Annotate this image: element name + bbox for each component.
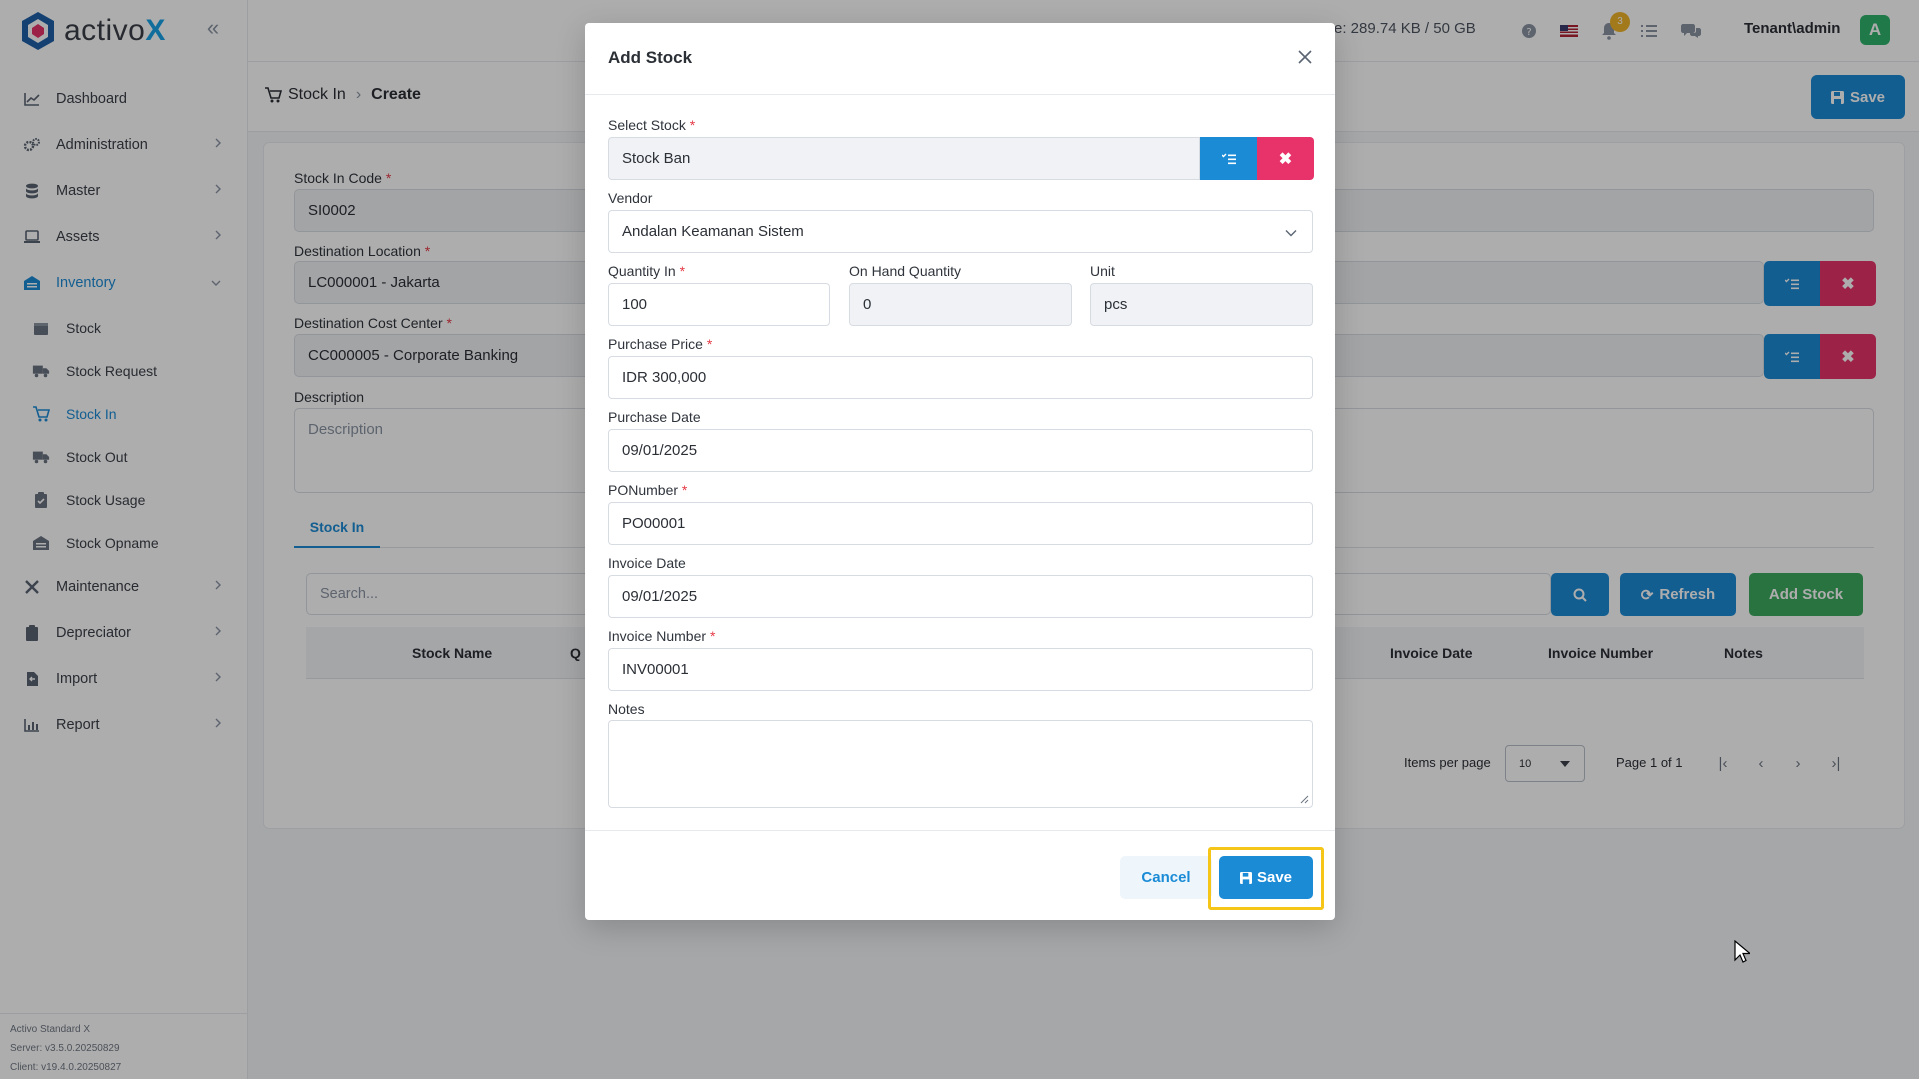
unit-field: pcs: [1090, 283, 1313, 326]
vendor-label: Vendor: [608, 190, 653, 206]
mouse-cursor-icon: [1734, 940, 1750, 963]
invoice-date-field[interactable]: 09/01/2025: [608, 575, 1313, 618]
purchase-price-label: Purchase Price *: [608, 336, 713, 352]
select-stock-field[interactable]: Stock Ban: [608, 137, 1200, 180]
chevron-down-icon: [1285, 224, 1297, 241]
invoice-number-field[interactable]: INV00001: [608, 648, 1313, 691]
po-number-field[interactable]: PO00001: [608, 502, 1313, 545]
unit-label: Unit: [1090, 263, 1115, 279]
quantity-in-field[interactable]: 100: [608, 283, 830, 326]
dialog-save-label: Save: [1256, 869, 1293, 886]
quantity-in-label: Quantity In *: [608, 263, 686, 279]
on-hand-quantity-label: On Hand Quantity: [849, 263, 962, 279]
notes-textarea[interactable]: [608, 720, 1313, 808]
dialog-header: Add Stock: [585, 23, 1335, 95]
invoice-number-label: Invoice Number *: [608, 628, 716, 644]
add-stock-dialog: Add Stock Select Stock * Stock Ban ✖ Ven…: [585, 23, 1335, 920]
purchase-price-field[interactable]: IDR 300,000: [608, 356, 1313, 399]
po-number-label: PONumber *: [608, 482, 688, 498]
notes-label: Notes: [608, 701, 645, 717]
dialog-footer: Cancel Save: [585, 830, 1335, 920]
select-stock-label: Select Stock *: [608, 117, 696, 133]
purchase-date-label: Purchase Date: [608, 409, 701, 425]
on-hand-quantity-field: 0: [849, 283, 1072, 326]
close-icon[interactable]: [1297, 49, 1317, 69]
vendor-select[interactable]: Andalan Keamanan Sistem: [608, 210, 1313, 253]
invoice-date-label: Invoice Date: [608, 555, 686, 571]
select-stock-button[interactable]: [1200, 137, 1257, 180]
resize-handle-icon[interactable]: [1299, 794, 1309, 804]
save-icon: [1239, 871, 1252, 884]
dialog-save-button[interactable]: Save: [1219, 856, 1313, 899]
dialog-title: Add Stock: [608, 48, 693, 67]
clear-stock-button[interactable]: ✖: [1257, 137, 1314, 180]
list-check-icon: [1221, 153, 1236, 164]
cancel-button[interactable]: Cancel: [1120, 856, 1212, 899]
purchase-date-field[interactable]: 09/01/2025: [608, 429, 1313, 472]
